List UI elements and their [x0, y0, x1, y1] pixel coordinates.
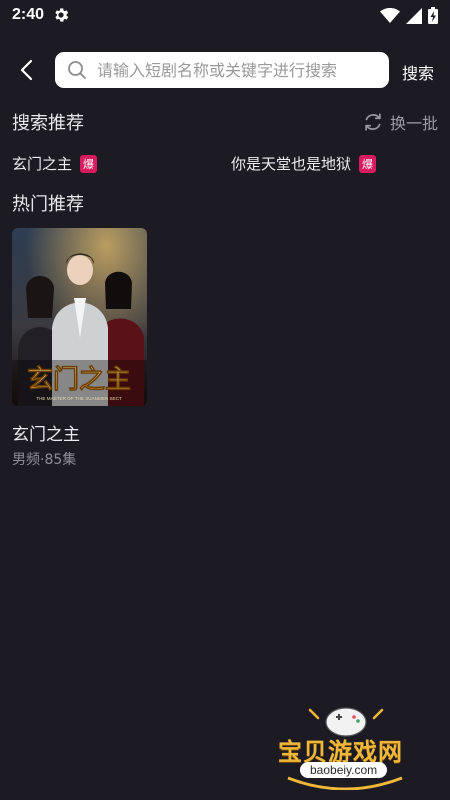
- status-icons: [380, 7, 438, 24]
- watermark-logo: 宝贝游戏网 baobeiy.com: [270, 700, 420, 791]
- search-icon: [68, 61, 86, 79]
- hot-badge: 爆: [359, 154, 377, 173]
- status-bar: 2:40: [0, 0, 450, 32]
- recommend-item[interactable]: 你是天堂也是地狱 爆: [231, 153, 377, 174]
- search-header: 搜索: [0, 48, 450, 92]
- drama-poster: 玄门之主 THE MASTER OF THE XUANMEN SECT: [12, 228, 147, 406]
- wifi-icon: [380, 7, 400, 23]
- settings-gear-icon: [55, 8, 69, 22]
- drama-card[interactable]: 玄门之主 THE MASTER OF THE XUANMEN SECT 玄门之主…: [12, 228, 147, 469]
- drama-title: 玄门之主: [12, 425, 80, 445]
- search-box[interactable]: [55, 52, 389, 88]
- watermark-site: baobeiy.com: [300, 762, 388, 778]
- hot-title: 热门推荐: [12, 194, 84, 215]
- recommend-title: 搜索推荐: [12, 113, 84, 134]
- recommend-item[interactable]: 玄门之主 爆: [12, 153, 98, 174]
- back-button[interactable]: [12, 56, 40, 84]
- signal-icon: [406, 7, 422, 24]
- refresh-button[interactable]: 换一批: [362, 110, 438, 134]
- search-button[interactable]: 搜索: [402, 60, 434, 84]
- app-screen: 2:40 请输入短剧名称或关键字进行搜索 搜索 搜索推荐 换一批 玄门之主 爆 …: [0, 0, 450, 800]
- status-time: 2:40: [12, 6, 45, 23]
- refresh-icon: [365, 113, 381, 131]
- chevron-left-icon: [20, 59, 33, 81]
- recommend-item-label: 你是天堂也是地狱: [231, 155, 352, 173]
- hot-badge: 爆: [80, 154, 98, 173]
- poster-title: 玄门之主: [27, 364, 131, 395]
- refresh-label: 换一批: [389, 114, 438, 133]
- recommend-item-label: 玄门之主: [12, 155, 73, 173]
- battery-icon: [428, 7, 438, 24]
- poster-image: 玄门之主 THE MASTER OF THE XUANMEN SECT: [12, 228, 147, 406]
- poster-english-title: THE MASTER OF THE XUANMEN SECT: [36, 396, 122, 401]
- search-input[interactable]: [95, 59, 379, 81]
- drama-meta: 男频·85集: [12, 452, 77, 468]
